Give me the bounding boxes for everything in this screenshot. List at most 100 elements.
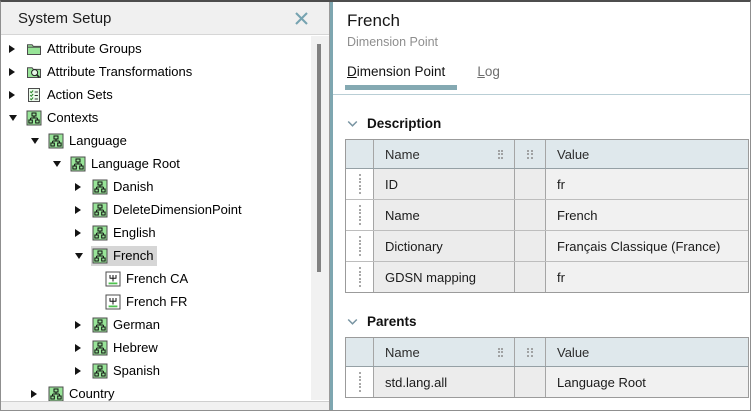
hierarchy-icon bbox=[92, 363, 108, 379]
tree-item-french-ca[interactable]: French CA bbox=[1, 267, 329, 290]
table-header-row: Name Value bbox=[346, 140, 748, 168]
header-mid-cell[interactable] bbox=[515, 140, 546, 168]
tree-item-german[interactable]: German bbox=[1, 313, 329, 336]
mid-cell[interactable] bbox=[515, 231, 546, 261]
hierarchy-icon bbox=[48, 133, 64, 149]
tree-item-language[interactable]: Language bbox=[1, 129, 329, 152]
attribute-name-cell[interactable]: std.lang.all bbox=[374, 367, 515, 397]
row-handle-icon[interactable] bbox=[346, 262, 374, 292]
active-tab-indicator bbox=[345, 85, 457, 90]
tree-item-label: German bbox=[113, 317, 160, 332]
tree-item-attribute-transformations[interactable]: Attribute Transformations bbox=[1, 60, 329, 83]
attribute-value-cell[interactable]: Language Root bbox=[546, 367, 748, 397]
tree-item-label: Language Root bbox=[91, 156, 180, 171]
tree-item-deletedimensionpoint[interactable]: DeleteDimensionPoint bbox=[1, 198, 329, 221]
row-handle-icon[interactable] bbox=[346, 169, 374, 199]
tree-item-label: French CA bbox=[126, 271, 188, 286]
column-menu-icon[interactable] bbox=[498, 150, 504, 159]
tab-divider bbox=[333, 94, 750, 95]
tree-item-label: English bbox=[113, 225, 156, 240]
attribute-value-cell[interactable]: French bbox=[546, 200, 748, 230]
column-menu-icon[interactable] bbox=[527, 150, 533, 159]
chevron-down-icon[interactable] bbox=[347, 318, 358, 326]
expand-arrow-icon[interactable] bbox=[9, 91, 25, 99]
table-row[interactable]: ID fr bbox=[346, 168, 748, 199]
hierarchy-icon bbox=[48, 386, 64, 402]
row-handle-icon[interactable] bbox=[346, 200, 374, 230]
attribute-value-cell[interactable]: fr bbox=[546, 262, 748, 292]
tree-item-spanish[interactable]: Spanish bbox=[1, 359, 329, 382]
tree-item-english[interactable]: English bbox=[1, 221, 329, 244]
expand-arrow-icon[interactable] bbox=[75, 229, 91, 237]
expand-arrow-icon[interactable] bbox=[75, 206, 91, 214]
tree-item-label: French bbox=[113, 248, 153, 263]
header-handle-cell bbox=[346, 140, 374, 168]
attribute-name-cell[interactable]: Dictionary bbox=[374, 231, 515, 261]
tree-item-label: Hebrew bbox=[113, 340, 158, 355]
expand-arrow-icon[interactable] bbox=[75, 321, 91, 329]
column-menu-icon[interactable] bbox=[498, 348, 504, 357]
header-value-cell[interactable]: Value bbox=[546, 338, 748, 366]
table-row[interactable]: Dictionary Français Classique (France) bbox=[346, 230, 748, 261]
tree-item-label: Action Sets bbox=[47, 87, 113, 102]
column-menu-icon[interactable] bbox=[527, 348, 533, 357]
hierarchy-icon bbox=[26, 110, 42, 126]
scrollbar-thumb[interactable] bbox=[317, 44, 321, 272]
tree-item-language-root[interactable]: Language Root bbox=[1, 152, 329, 175]
system-setup-tree: Attribute Groups Attribute Transformatio… bbox=[1, 35, 329, 405]
row-handle-icon[interactable] bbox=[346, 367, 374, 397]
table-row[interactable]: std.lang.all Language Root bbox=[346, 366, 748, 397]
expand-arrow-icon[interactable] bbox=[75, 367, 91, 375]
header-value-cell[interactable]: Value bbox=[546, 140, 748, 168]
tree-item-action-sets[interactable]: Action Sets bbox=[1, 83, 329, 106]
tree-item-french[interactable]: French bbox=[1, 244, 329, 267]
collapse-arrow-icon[interactable] bbox=[31, 138, 47, 144]
parents-table: Name Value std.lang.all Language Root bbox=[345, 337, 749, 398]
mid-cell[interactable] bbox=[515, 169, 546, 199]
expand-arrow-icon[interactable] bbox=[31, 390, 47, 398]
tree-item-label: Contexts bbox=[47, 110, 98, 125]
system-setup-panel: System Setup Attribute Groups Attribute … bbox=[1, 2, 330, 410]
collapse-arrow-icon[interactable] bbox=[75, 253, 91, 259]
close-icon[interactable] bbox=[291, 8, 311, 28]
mid-cell[interactable] bbox=[515, 367, 546, 397]
row-handle-icon[interactable] bbox=[346, 231, 374, 261]
vertical-scrollbar[interactable] bbox=[311, 36, 329, 400]
tree-item-label: Spanish bbox=[113, 363, 160, 378]
attribute-name-cell[interactable]: ID bbox=[374, 169, 515, 199]
expand-arrow-icon[interactable] bbox=[9, 45, 25, 53]
hierarchy-icon bbox=[92, 202, 108, 218]
expand-arrow-icon[interactable] bbox=[75, 344, 91, 352]
expand-arrow-icon[interactable] bbox=[75, 183, 91, 191]
collapse-arrow-icon[interactable] bbox=[53, 161, 69, 167]
attribute-name-cell[interactable]: Name bbox=[374, 200, 515, 230]
header-name-cell[interactable]: Name bbox=[374, 338, 515, 366]
tab-log[interactable]: Log bbox=[477, 64, 500, 79]
tree-item-hebrew[interactable]: Hebrew bbox=[1, 336, 329, 359]
tree-item-contexts[interactable]: Contexts bbox=[1, 106, 329, 129]
tree-item-danish[interactable]: Danish bbox=[1, 175, 329, 198]
dimension-point-icon bbox=[105, 271, 121, 287]
collapse-arrow-icon[interactable] bbox=[9, 115, 25, 121]
horizontal-scrollbar[interactable] bbox=[1, 401, 329, 410]
table-row[interactable]: Name French bbox=[346, 199, 748, 230]
tree-item-french-fr[interactable]: French FR bbox=[1, 290, 329, 313]
tree-item-attribute-groups[interactable]: Attribute Groups bbox=[1, 37, 329, 60]
header-name-cell[interactable]: Name bbox=[374, 140, 515, 168]
mid-cell[interactable] bbox=[515, 262, 546, 292]
section-title: Parents bbox=[367, 314, 417, 329]
hierarchy-icon bbox=[92, 340, 108, 356]
tab-dimension-point[interactable]: Dimension Point bbox=[347, 64, 445, 79]
page-title: French bbox=[347, 11, 750, 31]
hierarchy-icon bbox=[92, 225, 108, 241]
table-row[interactable]: GDSN mapping fr bbox=[346, 261, 748, 292]
system-setup-window: System Setup Attribute Groups Attribute … bbox=[0, 0, 751, 411]
chevron-down-icon[interactable] bbox=[347, 120, 358, 128]
expand-arrow-icon[interactable] bbox=[9, 68, 25, 76]
attribute-value-cell[interactable]: fr bbox=[546, 169, 748, 199]
attribute-value-cell[interactable]: Français Classique (France) bbox=[546, 231, 748, 261]
attribute-name-cell[interactable]: GDSN mapping bbox=[374, 262, 515, 292]
mid-cell[interactable] bbox=[515, 200, 546, 230]
header-mid-cell[interactable] bbox=[515, 338, 546, 366]
panel-title: System Setup bbox=[18, 10, 291, 27]
